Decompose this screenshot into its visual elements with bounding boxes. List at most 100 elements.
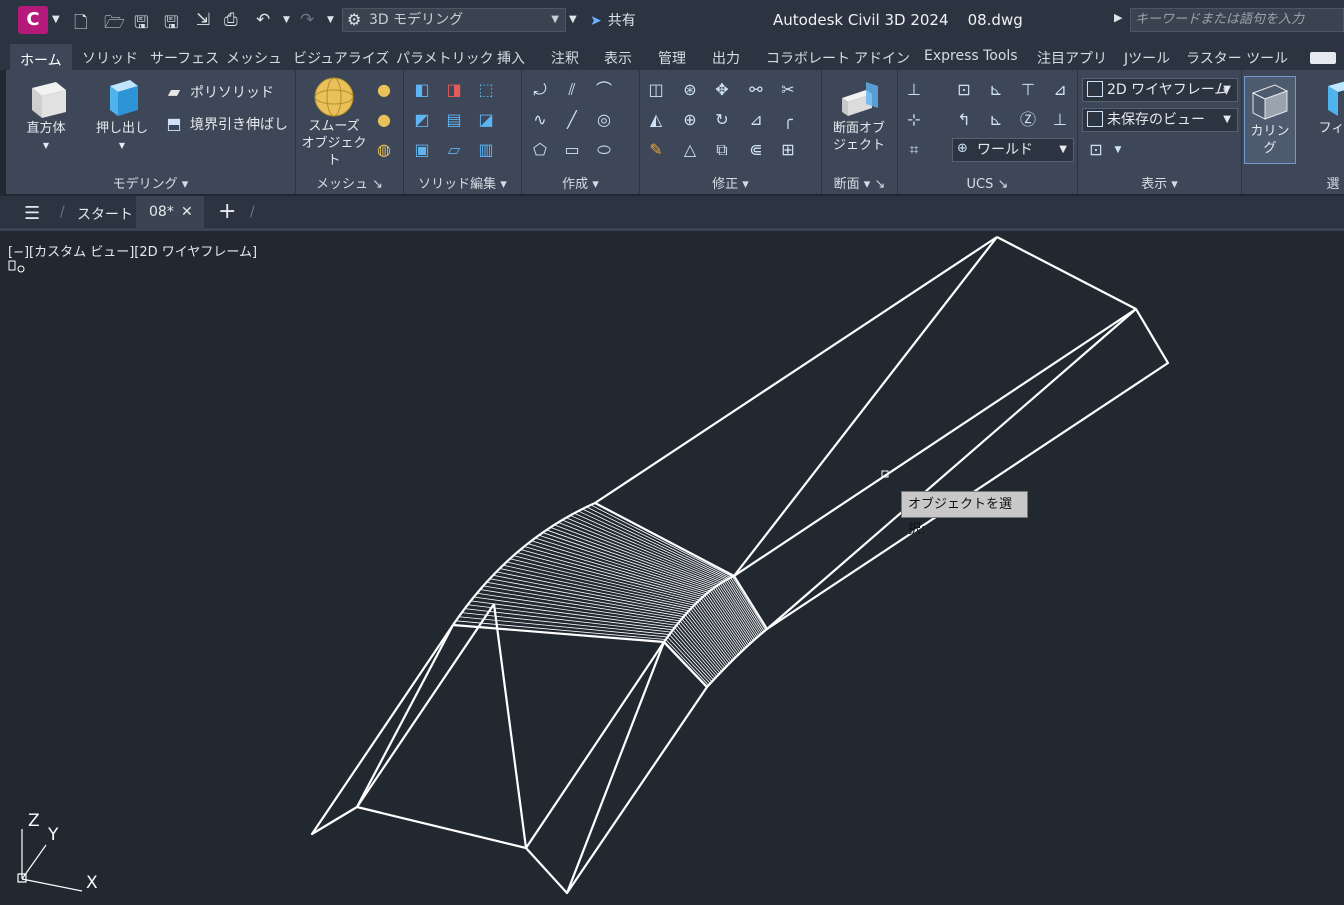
ucs-icon[interactable]: ⊥ xyxy=(904,80,924,100)
tab-solid[interactable]: ソリッド xyxy=(82,48,138,68)
mesh-smooth-more-icon[interactable]: ● xyxy=(374,80,394,100)
erase-icon[interactable]: ✎ xyxy=(646,140,666,160)
ucs-object-icon[interactable]: ⊡ xyxy=(954,80,974,100)
extract-edges-icon[interactable]: ◪ xyxy=(476,110,496,130)
workspace-selector[interactable]: ⚙ 3D モデリング ▼ xyxy=(342,8,566,32)
polysolid-button[interactable]: ポリソリッド xyxy=(190,82,274,102)
save-as-icon[interactable]: 🖫 xyxy=(164,10,178,39)
expand-search-icon[interactable]: ▶ xyxy=(1114,11,1122,24)
tab-home[interactable]: ホーム xyxy=(10,44,72,70)
wireframe-drawing[interactable] xyxy=(0,231,1344,905)
search-input[interactable]: キーワードまたは語句を入力 xyxy=(1130,8,1344,32)
tab-raster-tools[interactable]: ラスター ツール xyxy=(1186,48,1288,68)
tab-visualize[interactable]: ビジュアライズ xyxy=(293,48,389,68)
ucs-world-dropdown[interactable]: ⊕ ワールド ▼ xyxy=(952,138,1074,162)
polygon-icon[interactable]: ⬠ xyxy=(530,140,550,160)
polysolid-icon[interactable]: ▰ xyxy=(164,82,184,102)
tab-annotate[interactable]: 注釈 xyxy=(551,48,579,68)
app-menu-chevron-icon[interactable]: ▼ xyxy=(52,14,60,25)
panel-label-draw[interactable]: 作成 ▾ xyxy=(522,173,639,192)
save-icon[interactable]: 🖫 xyxy=(134,10,148,39)
tab-surface[interactable]: サーフェス xyxy=(150,48,219,68)
open-file-icon[interactable]: 🗁 xyxy=(104,10,125,39)
presspull-button[interactable]: 境界引き伸ばし xyxy=(190,114,288,134)
new-tab-plus-icon[interactable]: + xyxy=(218,199,236,224)
ray-icon[interactable]: ⫽ xyxy=(562,80,582,100)
ellipse-icon[interactable]: ⬭ xyxy=(594,140,614,160)
ribbon-minimize-button[interactable] xyxy=(1310,52,1336,64)
panel-label-ucs[interactable]: UCS ↘ xyxy=(898,177,1077,192)
drawing-viewport[interactable]: [−][カスタム ビュー][2D ワイヤフレーム] Z Y X オブジェクトを選… xyxy=(0,228,1344,902)
tab-express-tools[interactable]: Express Tools xyxy=(924,48,1018,64)
spline-icon[interactable]: ∿ xyxy=(530,110,550,130)
arc-icon[interactable]: ⌒ xyxy=(594,80,614,100)
filter-button[interactable]: フィル xyxy=(1318,76,1344,137)
redo-icon[interactable]: ↷ xyxy=(300,10,314,30)
share-button[interactable]: ➤ 共有 xyxy=(590,10,636,30)
hamburger-menu-icon[interactable]: ☰ xyxy=(24,203,40,224)
ucs-x-icon[interactable]: ⊾ xyxy=(986,80,1006,100)
section-object-button[interactable]: 断面オブ ジェクト xyxy=(826,80,892,154)
tab-parametric[interactable]: パラメトリック xyxy=(396,48,494,68)
ucs-previous-icon[interactable]: ↰ xyxy=(954,110,974,130)
thicken-icon[interactable]: ▱ xyxy=(444,140,464,160)
line-icon[interactable]: ╱ xyxy=(562,110,582,130)
panel-label-modeling[interactable]: モデリング ▾ xyxy=(6,173,295,192)
ucs-origin-icon[interactable]: ⌗ xyxy=(904,140,924,160)
ucs-y-icon[interactable]: ⊾ xyxy=(986,110,1006,130)
tab-manage[interactable]: 管理 xyxy=(658,48,686,68)
align-icon[interactable]: ◭ xyxy=(646,110,666,130)
chevron-down-icon[interactable]: ▼ xyxy=(1108,140,1128,160)
rotate-icon[interactable]: ↻ xyxy=(712,110,732,130)
visual-style-dropdown[interactable]: 2D ワイヤフレーム ▼ xyxy=(1082,78,1238,102)
stretch-icon[interactable]: ⊿ xyxy=(746,110,766,130)
panel-label-mesh[interactable]: メッシュ ↘ xyxy=(296,173,403,192)
move-icon[interactable]: ✥ xyxy=(712,80,732,100)
redo-dropdown-icon[interactable]: ▼ xyxy=(327,15,334,25)
trim-icon[interactable]: ✂ xyxy=(778,80,798,100)
slice-icon[interactable]: ▤ xyxy=(444,110,464,130)
panel-label-section[interactable]: 断面 ▾ ↘ xyxy=(822,173,897,192)
box-button[interactable]: 直方体 ▼ xyxy=(18,76,74,154)
tab-featured-apps[interactable]: 注目アプリ xyxy=(1037,48,1107,68)
import-icon[interactable]: ⇲ xyxy=(196,10,210,30)
named-view-dropdown[interactable]: 未保存のビュー ▼ xyxy=(1082,108,1238,132)
culling-button[interactable]: カリング xyxy=(1244,76,1296,164)
mirror-icon[interactable]: ◫ xyxy=(646,80,666,100)
tab-mesh[interactable]: メッシュ xyxy=(226,48,282,68)
tab-output[interactable]: 出力 xyxy=(712,48,740,68)
file-tab-start[interactable]: スタート xyxy=(77,204,133,224)
shell-icon[interactable]: ▣ xyxy=(412,140,432,160)
undo-icon[interactable]: ↶ xyxy=(256,10,270,30)
smooth-object-button[interactable]: スムーズ オブジェクト xyxy=(300,76,368,169)
mesh-refine-icon[interactable]: ◍ xyxy=(374,140,394,160)
subtract-icon[interactable]: ◨ xyxy=(444,80,464,100)
interfere-icon[interactable]: ⬚ xyxy=(476,80,496,100)
ucs-3-icon[interactable]: ⊥ xyxy=(1050,110,1070,130)
union-icon[interactable]: ◧ xyxy=(412,80,432,100)
tab-insert[interactable]: 挿入 xyxy=(497,48,525,68)
intersect-icon[interactable]: ◩ xyxy=(412,110,432,130)
array-icon[interactable]: ⊕ xyxy=(680,110,700,130)
undo-dropdown-icon[interactable]: ▼ xyxy=(283,15,290,25)
viewport-config-icon[interactable]: ⊡ xyxy=(1086,140,1106,160)
ucs-z-icon[interactable]: Ⓩ xyxy=(1018,110,1038,130)
fillet-edge-icon[interactable]: ╭ xyxy=(778,110,798,130)
mesh-smooth-less-icon[interactable]: ● xyxy=(374,110,394,130)
app-menu-button[interactable]: C xyxy=(18,6,48,34)
print-icon[interactable]: ⎙ xyxy=(224,10,238,30)
offset-icon[interactable]: ⋐ xyxy=(746,140,766,160)
file-tab-current[interactable]: 08* ✕ xyxy=(136,196,204,228)
polyline-icon[interactable]: ⤾ xyxy=(530,80,550,100)
customize-quick-access-icon[interactable]: ▼ xyxy=(569,14,577,25)
ucs-view-icon[interactable]: ⊿ xyxy=(1050,80,1070,100)
rect-array-icon[interactable]: ⊞ xyxy=(778,140,798,160)
rectangle-icon[interactable]: ▭ xyxy=(562,140,582,160)
fillet-icon[interactable]: ⚯ xyxy=(746,80,766,100)
close-icon[interactable]: ✕ xyxy=(181,204,193,220)
tab-collaborate[interactable]: コラボレート xyxy=(766,48,850,68)
tab-addins[interactable]: アドイン xyxy=(854,48,910,68)
scale-icon[interactable]: ⧉ xyxy=(712,140,732,160)
presspull-icon[interactable]: ⬒ xyxy=(164,114,184,134)
extrude-button[interactable]: 押し出し ▼ xyxy=(90,76,154,154)
